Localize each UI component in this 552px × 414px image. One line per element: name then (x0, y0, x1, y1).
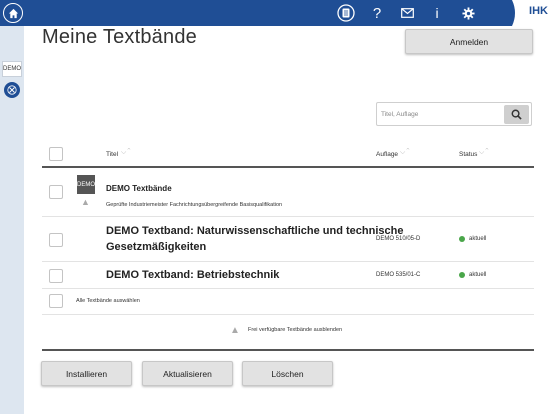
sidebar-item-demo[interactable]: DEMO (2, 61, 22, 77)
search-icon (511, 109, 522, 120)
select-all-checkbox[interactable] (49, 294, 63, 308)
row-divider (42, 288, 534, 289)
actions-divider (42, 349, 534, 351)
row-status: aktuell (459, 236, 486, 242)
sort-title-icon[interactable]: ⌵⌃ (121, 149, 132, 157)
delete-button[interactable]: Löschen (242, 361, 333, 386)
row-title-line2: Gesetzmäßigkeiten (106, 241, 207, 253)
header-checkbox[interactable] (49, 147, 63, 161)
settings-button[interactable] (458, 3, 478, 23)
row-divider (42, 216, 534, 217)
row-title-line1: DEMO Textband: Betriebstechnik (106, 269, 280, 281)
row-checkbox[interactable] (49, 269, 63, 283)
gear-icon (461, 6, 475, 20)
help-icon: ? (372, 4, 382, 22)
sidebar-demo-label: DEMO (3, 66, 21, 72)
mail-icon (400, 8, 414, 18)
info-icon: i (435, 5, 439, 21)
collapse-group-chevron-icon[interactable]: ▲ (81, 197, 90, 207)
library-button[interactable] (336, 3, 356, 23)
home-icon (8, 8, 18, 18)
table-row-title[interactable]: DEMO Textband: Betriebstechnik (106, 267, 279, 283)
column-header-status[interactable]: Status (459, 151, 477, 158)
column-header-edition[interactable]: Auflage (376, 151, 398, 158)
install-button[interactable]: Installieren (41, 361, 132, 386)
sidebar: DEMO (0, 26, 24, 414)
ihk-logo: IHK (498, 0, 552, 26)
status-dot-icon (459, 236, 465, 242)
row-edition: DEMO 535/01-C (376, 272, 421, 278)
row-edition: DEMO 510/05-D (376, 236, 421, 242)
select-all-label[interactable]: Alle Textbände auswählen (76, 298, 140, 304)
group-cover-thumbnail: DEMO (77, 175, 95, 194)
hide-free-chevron-icon[interactable]: ▲ (230, 325, 240, 336)
group-checkbox[interactable] (49, 185, 63, 199)
column-header-title[interactable]: Titel (106, 151, 118, 158)
search-box (376, 102, 532, 126)
search-button[interactable] (504, 105, 529, 124)
info-button[interactable]: i (430, 3, 444, 23)
close-icon (7, 85, 17, 95)
update-button[interactable]: Aktualisieren (142, 361, 233, 386)
group-subtitle: Geprüfte Industriemeister Fachrichtungsü… (106, 202, 283, 208)
row-status: aktuell (459, 272, 486, 278)
book-icon (337, 4, 355, 22)
hide-free-toggle[interactable]: Frei verfügbare Textbände ausblenden (248, 327, 342, 333)
page-title: Meine Textbände (42, 26, 197, 48)
top-bar: ? i IHK (0, 0, 552, 26)
group-title: DEMO Textbände (106, 184, 172, 193)
table-row-title[interactable]: DEMO Textband: Naturwissenschaftliche un… (106, 223, 403, 255)
row-divider (42, 314, 534, 315)
row-status-text: aktuell (469, 272, 487, 278)
mail-button[interactable] (398, 3, 416, 23)
sort-edition-icon[interactable]: ⌵⌃ (400, 149, 411, 157)
row-status-text: aktuell (469, 236, 487, 242)
logo-text: IHK (529, 5, 548, 17)
group-cover-label: DEMO (77, 181, 95, 188)
sort-status-icon[interactable]: ⌵⌃ (479, 149, 490, 157)
row-checkbox[interactable] (49, 233, 63, 247)
search-input[interactable] (381, 107, 501, 122)
home-button[interactable] (3, 3, 23, 23)
row-title-line1: DEMO Textband: Naturwissenschaftliche un… (106, 225, 404, 237)
sidebar-close-button[interactable] (4, 82, 20, 98)
row-divider (42, 261, 534, 262)
table-header-divider (42, 166, 534, 168)
status-dot-icon (459, 272, 465, 278)
help-button[interactable]: ? (368, 3, 386, 23)
login-button[interactable]: Anmelden (405, 29, 533, 54)
